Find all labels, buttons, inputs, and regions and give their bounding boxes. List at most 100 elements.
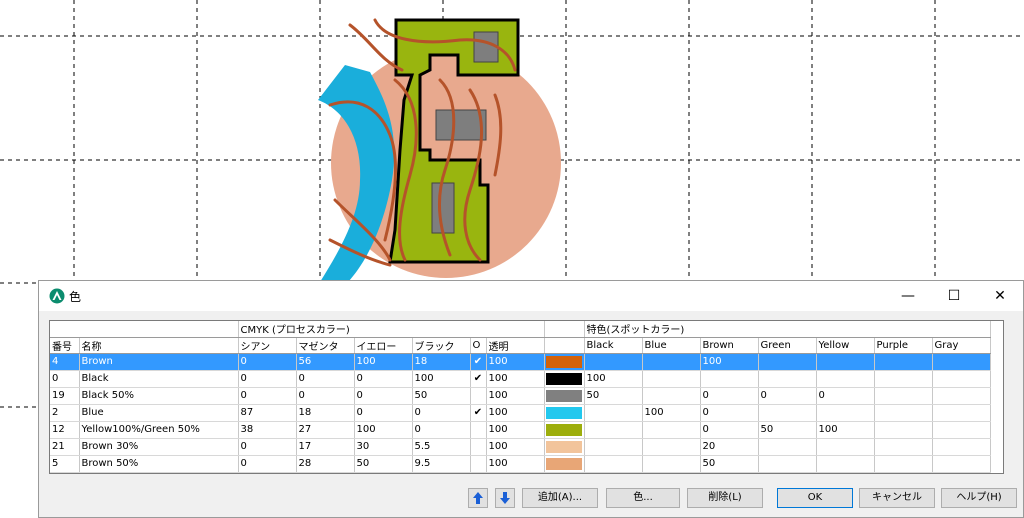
cell-black[interactable]: 0	[412, 421, 471, 439]
cancel-button[interactable]: キャンセル	[859, 488, 935, 508]
cell-spot-yellow[interactable]: 100	[816, 421, 875, 439]
cell-spot-gray[interactable]	[932, 370, 991, 388]
cell-cyan[interactable]: 0	[238, 455, 297, 473]
cell-spot-purple[interactable]	[874, 438, 933, 456]
cell-opacity[interactable]: 100	[486, 370, 545, 388]
cell-magenta[interactable]: 56	[296, 353, 355, 371]
cell-o[interactable]	[470, 387, 487, 405]
cell-spot-yellow[interactable]	[816, 404, 875, 422]
cell-spot-green[interactable]	[758, 455, 817, 473]
cell-spot-green[interactable]: 50	[758, 421, 817, 439]
cell-black[interactable]: 18	[412, 353, 471, 371]
cell-spot-blue[interactable]	[642, 438, 701, 456]
col-header-magenta[interactable]: マゼンタ	[296, 337, 355, 354]
cell-name[interactable]: Yellow100%/Green 50%	[79, 421, 239, 439]
cell-spot-purple[interactable]	[874, 421, 933, 439]
cell-number[interactable]: 2	[50, 404, 80, 422]
table-row[interactable]: 12 Yellow100%/Green 50% 38 27 100 0 100 0 50 100	[50, 421, 991, 439]
cell-swatch[interactable]	[544, 455, 585, 473]
cell-magenta[interactable]: 0	[296, 370, 355, 388]
cell-spot-green[interactable]: 0	[758, 387, 817, 405]
cell-opacity[interactable]: 100	[486, 353, 545, 371]
cell-spot-green[interactable]	[758, 370, 817, 388]
cell-cyan[interactable]: 0	[238, 370, 297, 388]
table-row[interactable]: 4 Brown 0 56 100 18 ✔ 100 100	[50, 353, 991, 371]
col-header-spot-black[interactable]: Black	[584, 337, 643, 354]
table-row[interactable]: 19 Black 50% 0 0 0 50 100 50 0 0 0	[50, 387, 991, 405]
col-header-name[interactable]: 名称	[79, 337, 239, 354]
table-row[interactable]: 2 Blue 87 18 0 0 ✔ 100 100 0	[50, 404, 991, 422]
cell-o[interactable]	[470, 421, 487, 439]
cell-spot-yellow[interactable]	[816, 438, 875, 456]
col-header-cyan[interactable]: シアン	[238, 337, 297, 354]
cell-yellow[interactable]: 0	[354, 370, 413, 388]
cell-swatch[interactable]	[544, 404, 585, 422]
color-button[interactable]: 色...	[606, 488, 680, 508]
col-header-black[interactable]: ブラック	[412, 337, 471, 354]
cell-spot-black[interactable]	[584, 404, 643, 422]
cell-name[interactable]: Black	[79, 370, 239, 388]
cell-spot-blue[interactable]	[642, 353, 701, 371]
cell-opacity[interactable]: 100	[486, 421, 545, 439]
cell-spot-purple[interactable]	[874, 455, 933, 473]
cell-spot-brown[interactable]: 0	[700, 421, 759, 439]
cell-spot-yellow[interactable]	[816, 455, 875, 473]
cell-name[interactable]: Brown 30%	[79, 438, 239, 456]
cell-spot-black[interactable]	[584, 421, 643, 439]
cell-spot-purple[interactable]	[874, 387, 933, 405]
minimize-button[interactable]: —	[885, 281, 931, 311]
cell-spot-black[interactable]	[584, 353, 643, 371]
maximize-button[interactable]: ☐	[931, 281, 977, 311]
cell-spot-purple[interactable]	[874, 370, 933, 388]
cell-number[interactable]: 4	[50, 353, 80, 371]
cell-spot-gray[interactable]	[932, 353, 991, 371]
cell-name[interactable]: Blue	[79, 404, 239, 422]
help-button[interactable]: ヘルプ(H)	[941, 488, 1017, 508]
cell-swatch[interactable]	[544, 370, 585, 388]
cell-black[interactable]: 9.5	[412, 455, 471, 473]
col-header-yellow[interactable]: イエロー	[354, 337, 413, 354]
col-header-spot-blue[interactable]: Blue	[642, 337, 701, 354]
table-row[interactable]: 0 Black 0 0 0 100 ✔ 100 100	[50, 370, 991, 388]
col-header-spot-green[interactable]: Green	[758, 337, 817, 354]
cell-spot-brown[interactable]: 20	[700, 438, 759, 456]
cell-spot-purple[interactable]	[874, 404, 933, 422]
cell-o[interactable]: ✔	[470, 353, 487, 371]
cell-spot-brown[interactable]: 100	[700, 353, 759, 371]
add-button[interactable]: 追加(A)...	[522, 488, 598, 508]
cell-spot-gray[interactable]	[932, 455, 991, 473]
cell-o[interactable]	[470, 438, 487, 456]
cell-spot-brown[interactable]	[700, 370, 759, 388]
col-header-opacity[interactable]: 透明	[486, 337, 545, 354]
cell-number[interactable]: 12	[50, 421, 80, 439]
cell-swatch[interactable]	[544, 438, 585, 456]
cell-cyan[interactable]: 0	[238, 387, 297, 405]
cell-spot-black[interactable]	[584, 438, 643, 456]
cell-swatch[interactable]	[544, 353, 585, 371]
cell-magenta[interactable]: 0	[296, 387, 355, 405]
table-row[interactable]: 5 Brown 50% 0 28 50 9.5 100 50	[50, 455, 991, 473]
cell-name[interactable]: Brown 50%	[79, 455, 239, 473]
cell-cyan[interactable]: 38	[238, 421, 297, 439]
col-header-spot-brown[interactable]: Brown	[700, 337, 759, 354]
cell-number[interactable]: 5	[50, 455, 80, 473]
col-header-o[interactable]: O	[470, 337, 487, 354]
cell-swatch[interactable]	[544, 387, 585, 405]
col-header-spot-gray[interactable]: Gray	[932, 337, 991, 354]
cell-cyan[interactable]: 0	[238, 438, 297, 456]
cell-spot-blue[interactable]	[642, 387, 701, 405]
col-header-spot-yellow[interactable]: Yellow	[816, 337, 875, 354]
cell-spot-gray[interactable]	[932, 404, 991, 422]
cell-cyan[interactable]: 87	[238, 404, 297, 422]
cell-yellow[interactable]: 100	[354, 353, 413, 371]
cell-number[interactable]: 21	[50, 438, 80, 456]
cell-opacity[interactable]: 100	[486, 387, 545, 405]
cell-yellow[interactable]: 50	[354, 455, 413, 473]
cell-cyan[interactable]: 0	[238, 353, 297, 371]
cell-spot-brown[interactable]: 0	[700, 387, 759, 405]
cell-spot-yellow[interactable]	[816, 370, 875, 388]
cell-name[interactable]: Black 50%	[79, 387, 239, 405]
cell-magenta[interactable]: 27	[296, 421, 355, 439]
cell-o[interactable]: ✔	[470, 404, 487, 422]
table-row[interactable]: 21 Brown 30% 0 17 30 5.5 100 20	[50, 438, 991, 456]
